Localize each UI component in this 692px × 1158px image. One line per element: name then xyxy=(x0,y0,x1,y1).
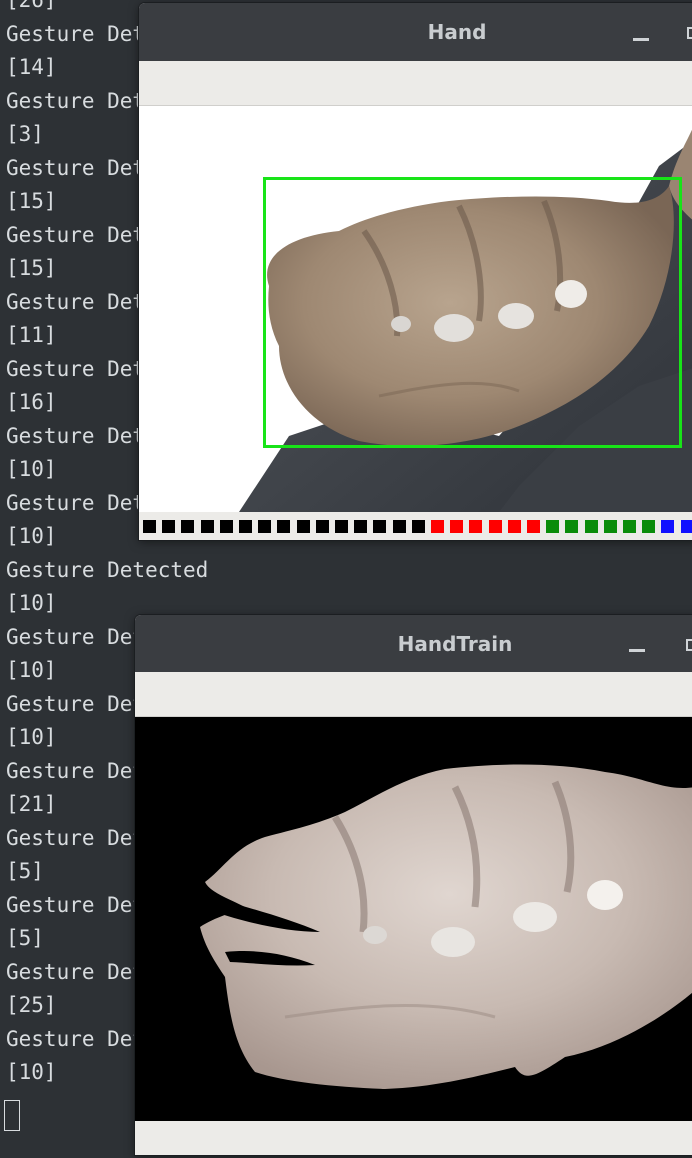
hand-window[interactable]: Hand xyxy=(139,3,692,540)
segmented-hand-photo xyxy=(135,717,692,1121)
color-swatch xyxy=(296,520,310,533)
color-swatch xyxy=(219,520,233,533)
camera-feed-image xyxy=(139,106,692,512)
terminal-line: Gesture Detected xyxy=(6,557,209,582)
color-swatch xyxy=(335,520,348,533)
color-swatch xyxy=(162,520,176,533)
color-swatch xyxy=(450,520,464,533)
hand-window-toolbar xyxy=(139,61,692,106)
color-swatch xyxy=(277,520,291,533)
color-swatch xyxy=(661,520,675,533)
color-swatch xyxy=(181,520,195,533)
color-swatch xyxy=(143,520,156,533)
color-swatch xyxy=(546,520,560,533)
color-swatch xyxy=(642,520,656,533)
color-swatch xyxy=(469,520,483,533)
minimize-icon[interactable] xyxy=(629,649,645,652)
color-swatch xyxy=(411,520,425,533)
handtrain-window-titlebar[interactable]: HandTrain xyxy=(135,615,692,673)
color-swatch xyxy=(603,520,617,533)
handtrain-window-title: HandTrain xyxy=(397,631,513,656)
handtrain-statusbar xyxy=(135,1121,692,1155)
hand-window-title: Hand xyxy=(427,20,487,44)
segmented-hand-image xyxy=(135,717,692,1121)
color-swatch xyxy=(623,520,636,533)
color-swatch xyxy=(258,520,272,533)
terminal-cursor xyxy=(4,1100,20,1131)
minimize-icon[interactable] xyxy=(633,38,649,41)
color-swatch xyxy=(488,520,502,533)
handtrain-window[interactable]: HandTrain xyxy=(135,615,692,1155)
color-swatch xyxy=(584,520,598,533)
color-swatch xyxy=(565,520,579,533)
color-swatch xyxy=(315,520,329,533)
maximize-icon[interactable] xyxy=(686,639,692,651)
color-swatch xyxy=(200,520,214,533)
color-swatch xyxy=(431,520,444,533)
color-swatch-bar xyxy=(139,512,692,540)
color-swatch xyxy=(354,520,368,533)
color-swatch xyxy=(507,520,521,533)
color-swatch xyxy=(527,520,540,533)
maximize-icon[interactable] xyxy=(687,27,692,39)
color-swatch xyxy=(392,520,406,533)
color-swatch xyxy=(239,520,252,533)
color-swatch xyxy=(680,520,692,533)
handtrain-window-toolbar xyxy=(135,672,692,717)
color-swatch xyxy=(373,520,387,533)
hand-window-titlebar[interactable]: Hand xyxy=(139,3,692,62)
detection-bounding-box xyxy=(263,177,682,448)
